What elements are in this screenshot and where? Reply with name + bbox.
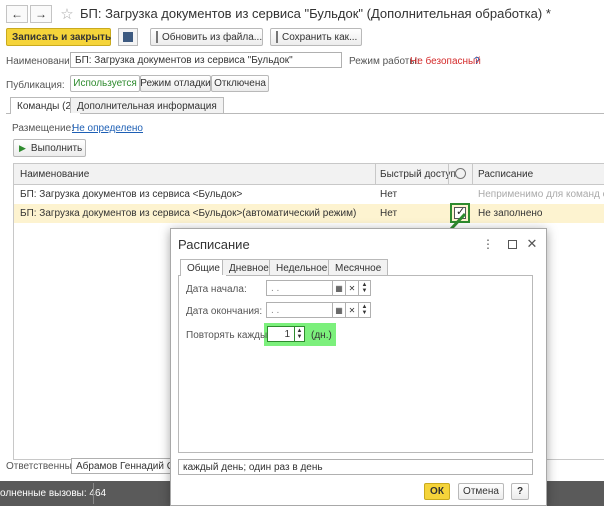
maximize-icon[interactable] <box>505 237 519 251</box>
end-date-label: Дата окончания: <box>186 306 263 317</box>
repeat-unit-label: (дн.) <box>311 330 332 341</box>
status-divider <box>93 483 94 504</box>
column-header-name[interactable]: Наименование <box>20 169 89 180</box>
column-header-quick-access[interactable]: Быстрый доступ <box>380 169 456 180</box>
update-from-file-label: Обновить из файла... <box>162 31 263 43</box>
save-button[interactable] <box>118 28 138 46</box>
document-icon <box>156 31 158 43</box>
run-button[interactable]: ▶ Выполнить <box>13 139 86 157</box>
forward-button[interactable]: → <box>30 5 52 23</box>
help-button[interactable]: ? <box>511 483 529 500</box>
document-icon <box>276 31 278 43</box>
responsible-field[interactable]: Абрамов Геннадий Серг <box>71 458 174 474</box>
window-title: БП: Загрузка документов из сервиса "Буль… <box>80 6 551 21</box>
schedule-dialog: Расписание ⋮ ✕ Общие Дневное Недельное М… <box>170 228 547 506</box>
name-field[interactable]: БП: Загрузка документов из сервиса "Буль… <box>70 52 342 68</box>
ok-button[interactable]: ОК <box>424 483 450 500</box>
calendar-icon[interactable]: ▦ <box>333 280 346 296</box>
mode-help-link[interactable]: ? <box>474 56 480 67</box>
publication-debug-toggle[interactable]: Режим отладки <box>140 75 211 92</box>
publication-label: Публикация: <box>6 80 65 91</box>
calendar-icon[interactable]: ▦ <box>333 302 346 318</box>
row-name: БП: Загрузка документов из сервиса <Буль… <box>20 208 357 219</box>
play-icon: ▶ <box>19 142 26 153</box>
name-label: Наименование: <box>6 56 79 67</box>
clock-icon <box>455 168 466 179</box>
status-bar-text: олненные вызовы: 464 <box>0 488 107 499</box>
column-header-schedule[interactable]: Расписание <box>478 169 533 180</box>
floppy-disk-icon <box>123 32 133 42</box>
close-icon[interactable]: ✕ <box>525 236 539 251</box>
tab-monthly[interactable]: Месячное <box>328 259 389 275</box>
update-from-file-button[interactable]: Обновить из файла... <box>150 28 263 46</box>
clear-icon[interactable]: ✕ <box>346 280 359 296</box>
placement-label: Размещение: <box>12 123 74 134</box>
publication-used-toggle[interactable]: Используется <box>70 75 140 92</box>
tab-additional-info[interactable]: Дополнительная информация <box>70 97 224 113</box>
back-button[interactable]: ← <box>6 5 28 23</box>
tab-general[interactable]: Общие <box>180 259 227 276</box>
arrow-right-icon: → <box>35 7 47 21</box>
start-date-label: Дата начала: <box>186 284 247 295</box>
spin-icon[interactable]: ▲ ▼ <box>295 326 305 342</box>
spin-icon[interactable]: ▲ ▼ <box>359 302 371 318</box>
row-name: БП: Загрузка документов из сервиса <Буль… <box>20 189 243 200</box>
placement-link[interactable]: Не определено <box>72 123 143 134</box>
column-divider <box>448 164 449 184</box>
save-and-close-button[interactable]: Записать и закрыть <box>6 28 111 46</box>
save-as-label: Сохранить как... <box>282 31 358 43</box>
tab-weekly[interactable]: Недельное <box>269 259 335 275</box>
row-schedule: Неприменимо для команд с вар <box>478 189 604 200</box>
tab-daily[interactable]: Дневное <box>222 259 276 275</box>
row-quick-access: Нет <box>380 189 398 200</box>
row-quick-access: Нет <box>380 208 398 219</box>
tabs-baseline <box>6 113 604 114</box>
schedule-summary: каждый день; один раз в день <box>178 459 533 475</box>
row-schedule: Не заполнено <box>478 208 543 219</box>
favorite-star-icon[interactable]: ☆ <box>58 4 76 24</box>
cancel-button[interactable]: Отмена <box>458 483 504 500</box>
more-menu-icon[interactable]: ⋮ <box>481 237 495 251</box>
table-row-selected[interactable]: БП: Загрузка документов из сервиса <Буль… <box>14 203 604 223</box>
column-divider <box>472 164 473 184</box>
column-divider <box>375 164 376 184</box>
save-as-button[interactable]: Сохранить как... <box>270 28 362 46</box>
spin-icon[interactable]: ▲ ▼ <box>359 280 371 296</box>
mode-value: Не безопасный <box>410 56 481 67</box>
table-row[interactable]: БП: Загрузка документов из сервиса <Буль… <box>14 185 604 204</box>
responsible-label: Ответственный: <box>6 461 81 472</box>
mode-label: Режим работы: <box>349 56 420 67</box>
run-label: Выполнить <box>30 142 83 154</box>
end-date-field[interactable]: . . <box>266 302 333 318</box>
clear-icon[interactable]: ✕ <box>346 302 359 318</box>
start-date-field[interactable]: . . <box>266 280 333 296</box>
arrow-left-icon: ← <box>11 7 23 21</box>
dialog-title: Расписание <box>178 237 250 252</box>
publication-disabled-toggle[interactable]: Отключена <box>211 75 269 92</box>
general-panel: Дата начала: . . ▦ ✕ ▲ ▼ Дата окончания: … <box>178 275 533 453</box>
repeat-every-label: Повторять каждые: <box>186 330 276 341</box>
repeat-every-field[interactable]: 1 <box>267 326 295 342</box>
